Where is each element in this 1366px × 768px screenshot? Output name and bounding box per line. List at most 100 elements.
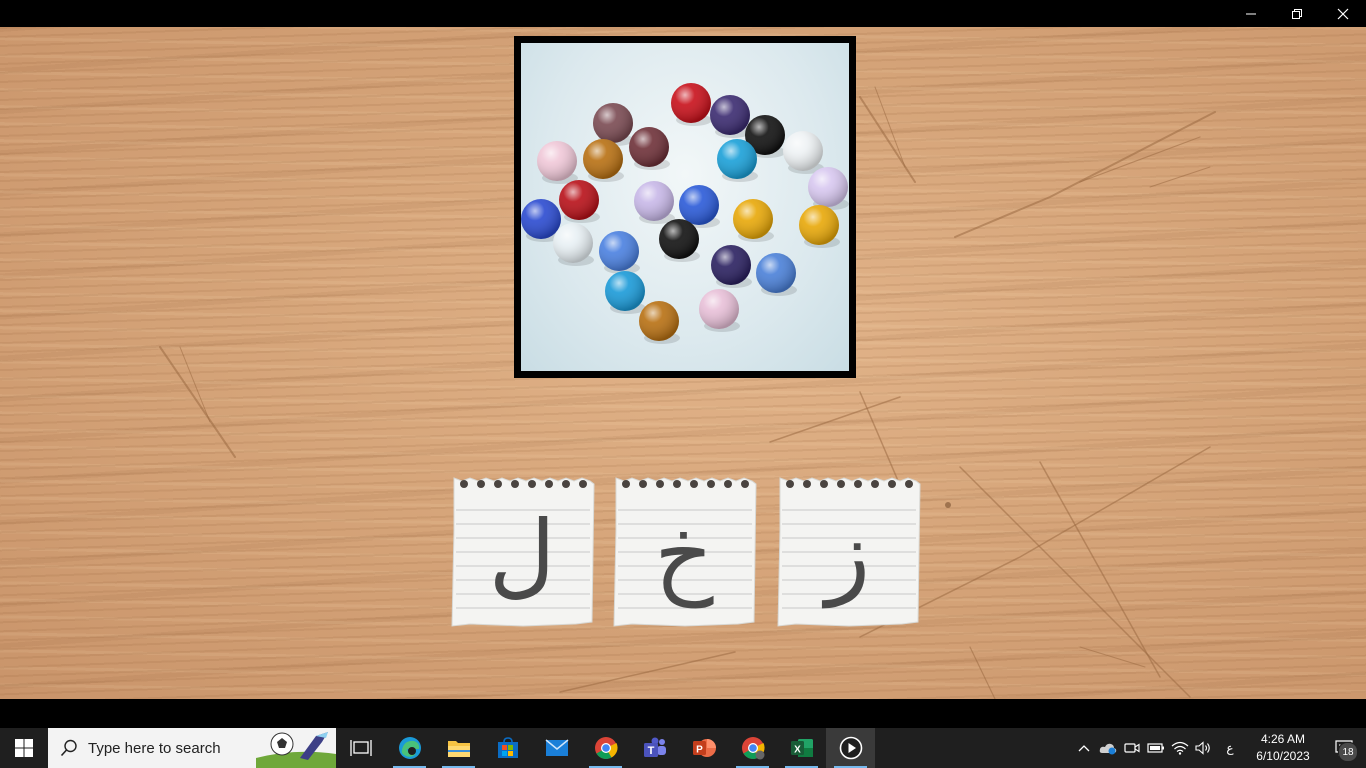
binder-hole xyxy=(871,480,879,488)
notifications-button[interactable]: 18 xyxy=(1322,728,1366,768)
battery-icon xyxy=(1147,743,1164,753)
bead-highlight xyxy=(733,199,773,239)
bead-highlight xyxy=(605,271,645,311)
bead-highlight xyxy=(583,139,623,179)
bead-highlight xyxy=(711,245,751,285)
clock[interactable]: 4:26 AM 6/10/2023 xyxy=(1244,731,1322,765)
meet-now-button[interactable] xyxy=(1120,728,1144,768)
mail-icon xyxy=(545,739,568,756)
binder-hole xyxy=(579,480,587,488)
restore-icon xyxy=(1292,8,1302,19)
letter-card-kha[interactable]: خ xyxy=(612,470,757,628)
chrome-icon xyxy=(594,737,618,759)
wifi-icon xyxy=(1171,741,1189,755)
restore-button[interactable] xyxy=(1274,0,1320,27)
binder-hole xyxy=(656,480,664,488)
card-letter: خ xyxy=(654,501,714,608)
bead-highlight xyxy=(537,141,577,181)
input-language-indicator[interactable]: ع xyxy=(1216,741,1244,755)
search-input[interactable] xyxy=(86,738,260,758)
clock-time: 4:26 AM xyxy=(1260,732,1306,746)
binder-hole xyxy=(545,480,553,488)
microsoft-store-button[interactable] xyxy=(483,728,532,768)
windows-logo-icon xyxy=(15,739,33,757)
start-button[interactable] xyxy=(0,728,48,768)
bead-highlight xyxy=(639,301,679,341)
battery-button[interactable] xyxy=(1144,728,1168,768)
bead-highlight xyxy=(521,199,561,239)
search-icon xyxy=(60,739,77,757)
bead-highlight xyxy=(559,180,599,220)
minimize-button[interactable] xyxy=(1228,0,1274,27)
letterbox-bar xyxy=(0,699,1366,728)
edge-button[interactable] xyxy=(385,728,434,768)
letter-card-zay[interactable]: ز xyxy=(776,470,921,628)
binder-hole xyxy=(494,480,502,488)
bead-highlight xyxy=(808,167,848,207)
svg-text:X: X xyxy=(794,745,801,756)
binder-hole xyxy=(820,480,828,488)
media-player-button[interactable] xyxy=(826,728,875,768)
bead-highlight xyxy=(710,95,750,135)
close-button[interactable] xyxy=(1320,0,1366,27)
bead-highlight xyxy=(593,103,633,143)
binder-hole xyxy=(673,480,681,488)
media-player-icon xyxy=(839,736,862,760)
volume-button[interactable] xyxy=(1192,728,1216,768)
onedrive-button[interactable] xyxy=(1096,728,1120,768)
task-view-button[interactable] xyxy=(336,728,385,768)
bead-highlight xyxy=(799,205,839,245)
minimize-icon xyxy=(1246,13,1256,14)
file-explorer-icon xyxy=(447,741,470,757)
chrome-profile-button[interactable] xyxy=(728,728,777,768)
sports-highlight-icon xyxy=(256,732,336,768)
binder-hole xyxy=(854,480,862,488)
chevron-up-icon xyxy=(1078,745,1090,752)
binder-hole xyxy=(905,480,913,488)
bead-highlight xyxy=(553,223,593,263)
teams-icon: T xyxy=(643,737,666,757)
bead-highlight xyxy=(783,131,823,171)
wifi-button[interactable] xyxy=(1168,728,1192,768)
binder-hole xyxy=(562,480,570,488)
svg-text:P: P xyxy=(696,745,703,756)
chrome-button[interactable] xyxy=(581,728,630,768)
binder-hole xyxy=(803,480,811,488)
powerpoint-icon: P xyxy=(692,739,716,757)
edge-icon xyxy=(398,737,421,759)
clock-date: 6/10/2023 xyxy=(1256,749,1310,763)
letter-card-lam[interactable]: ل xyxy=(450,470,595,628)
bead-highlight xyxy=(659,219,699,259)
binder-hole xyxy=(690,480,698,488)
binder-hole xyxy=(622,480,630,488)
notification-badge: 18 xyxy=(1338,742,1358,762)
chrome-profile-icon xyxy=(741,737,765,760)
mail-button[interactable] xyxy=(532,728,581,768)
binder-hole xyxy=(460,480,468,488)
excel-button[interactable]: X xyxy=(777,728,826,768)
binder-hole xyxy=(786,480,794,488)
show-hidden-icons-button[interactable] xyxy=(1072,728,1096,768)
svg-text:T: T xyxy=(647,745,654,757)
binder-hole xyxy=(511,480,519,488)
bead-highlight xyxy=(717,139,757,179)
binder-hole xyxy=(477,480,485,488)
powerpoint-button[interactable]: P xyxy=(679,728,728,768)
taskbar-search[interactable] xyxy=(48,728,336,768)
close-icon xyxy=(1337,8,1349,19)
binder-hole xyxy=(639,480,647,488)
picture-frame xyxy=(514,36,856,378)
system-tray: ع 4:26 AM 6/10/2023 18 xyxy=(1072,728,1366,768)
binder-hole xyxy=(707,480,715,488)
bead-highlight xyxy=(756,253,796,293)
speaker-icon xyxy=(1195,741,1210,755)
bead-highlight xyxy=(634,181,674,221)
teams-button[interactable]: T xyxy=(630,728,679,768)
beads-image xyxy=(521,83,849,344)
file-explorer-button[interactable] xyxy=(434,728,483,768)
bead-highlight xyxy=(671,83,711,123)
beads-picture xyxy=(521,43,849,371)
bead-highlight xyxy=(679,185,719,225)
video-camera-icon xyxy=(1124,743,1140,753)
bead-highlight xyxy=(699,289,739,329)
